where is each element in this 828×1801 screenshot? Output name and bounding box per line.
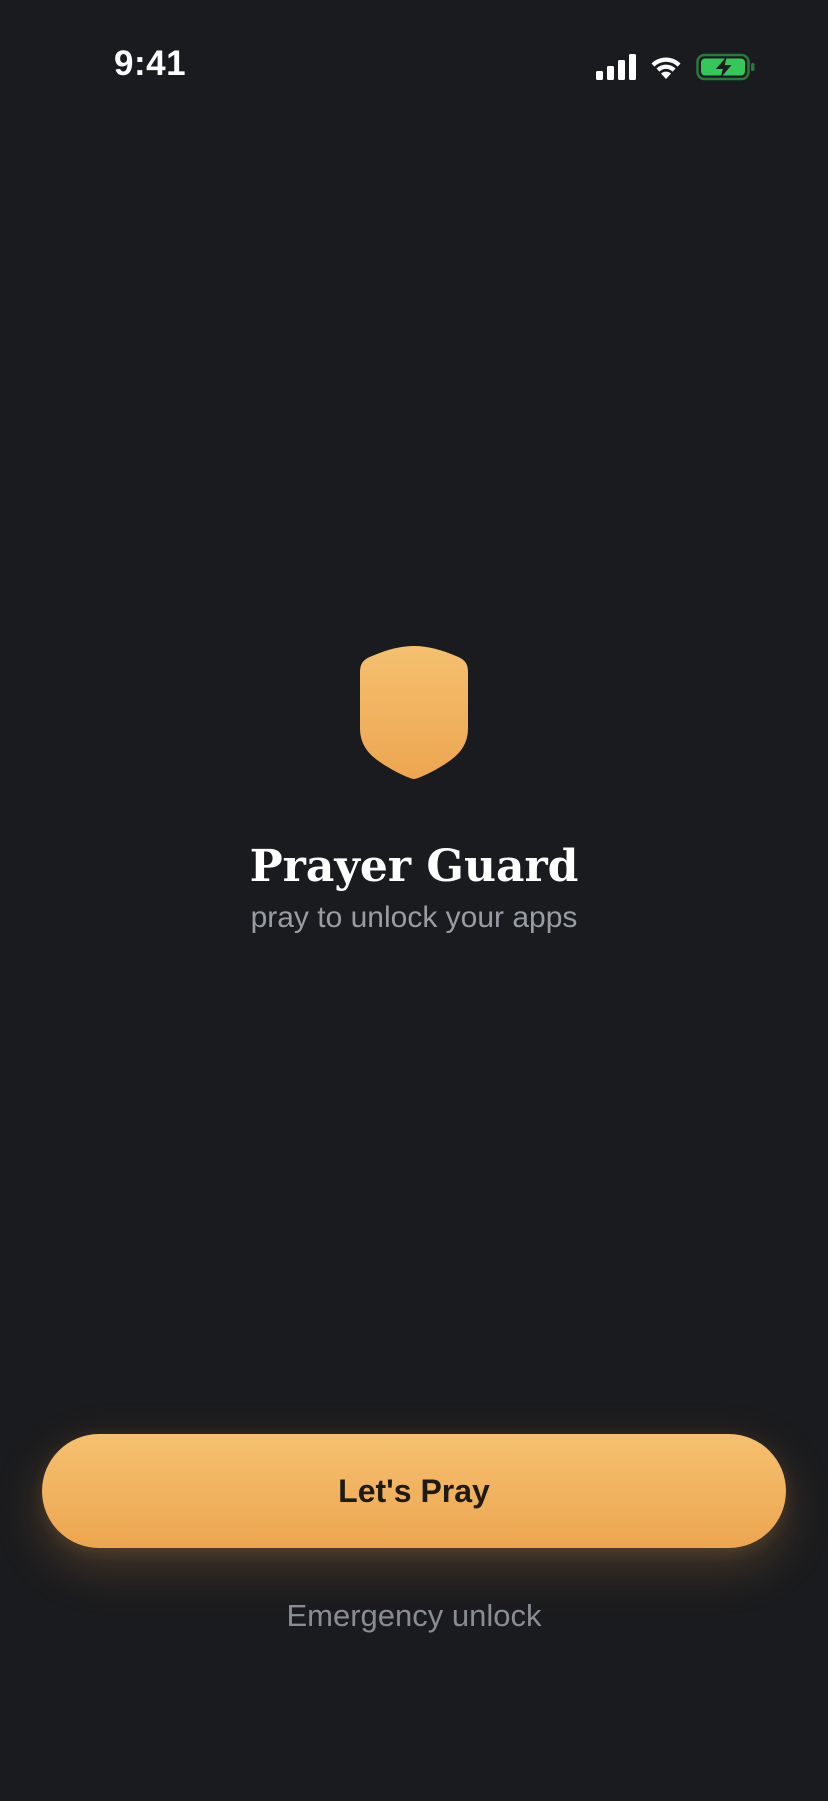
lets-pray-button[interactable]: Let's Pray <box>42 1434 786 1548</box>
wifi-icon <box>651 57 681 79</box>
app-subtitle: pray to unlock your apps <box>250 901 578 934</box>
signal-icon <box>596 54 636 80</box>
shield-logo <box>358 644 470 780</box>
status-time: 9:41 <box>114 44 187 83</box>
app-title: Prayer Guard <box>249 841 579 892</box>
lets-pray-button-label: Let's Pray <box>338 1472 490 1509</box>
status-bar: 9:41 <box>0 0 828 140</box>
prayer-guard-screen: 9:41 Prayer Guard pray to unlock your ap… <box>0 0 828 1801</box>
shield-icon <box>360 646 468 779</box>
battery-charging-icon <box>696 53 755 81</box>
status-icons <box>596 52 756 82</box>
hero: Prayer Guard pray to unlock your apps <box>0 644 828 936</box>
emergency-unlock-link[interactable]: Emergency unlock <box>0 1598 828 1634</box>
